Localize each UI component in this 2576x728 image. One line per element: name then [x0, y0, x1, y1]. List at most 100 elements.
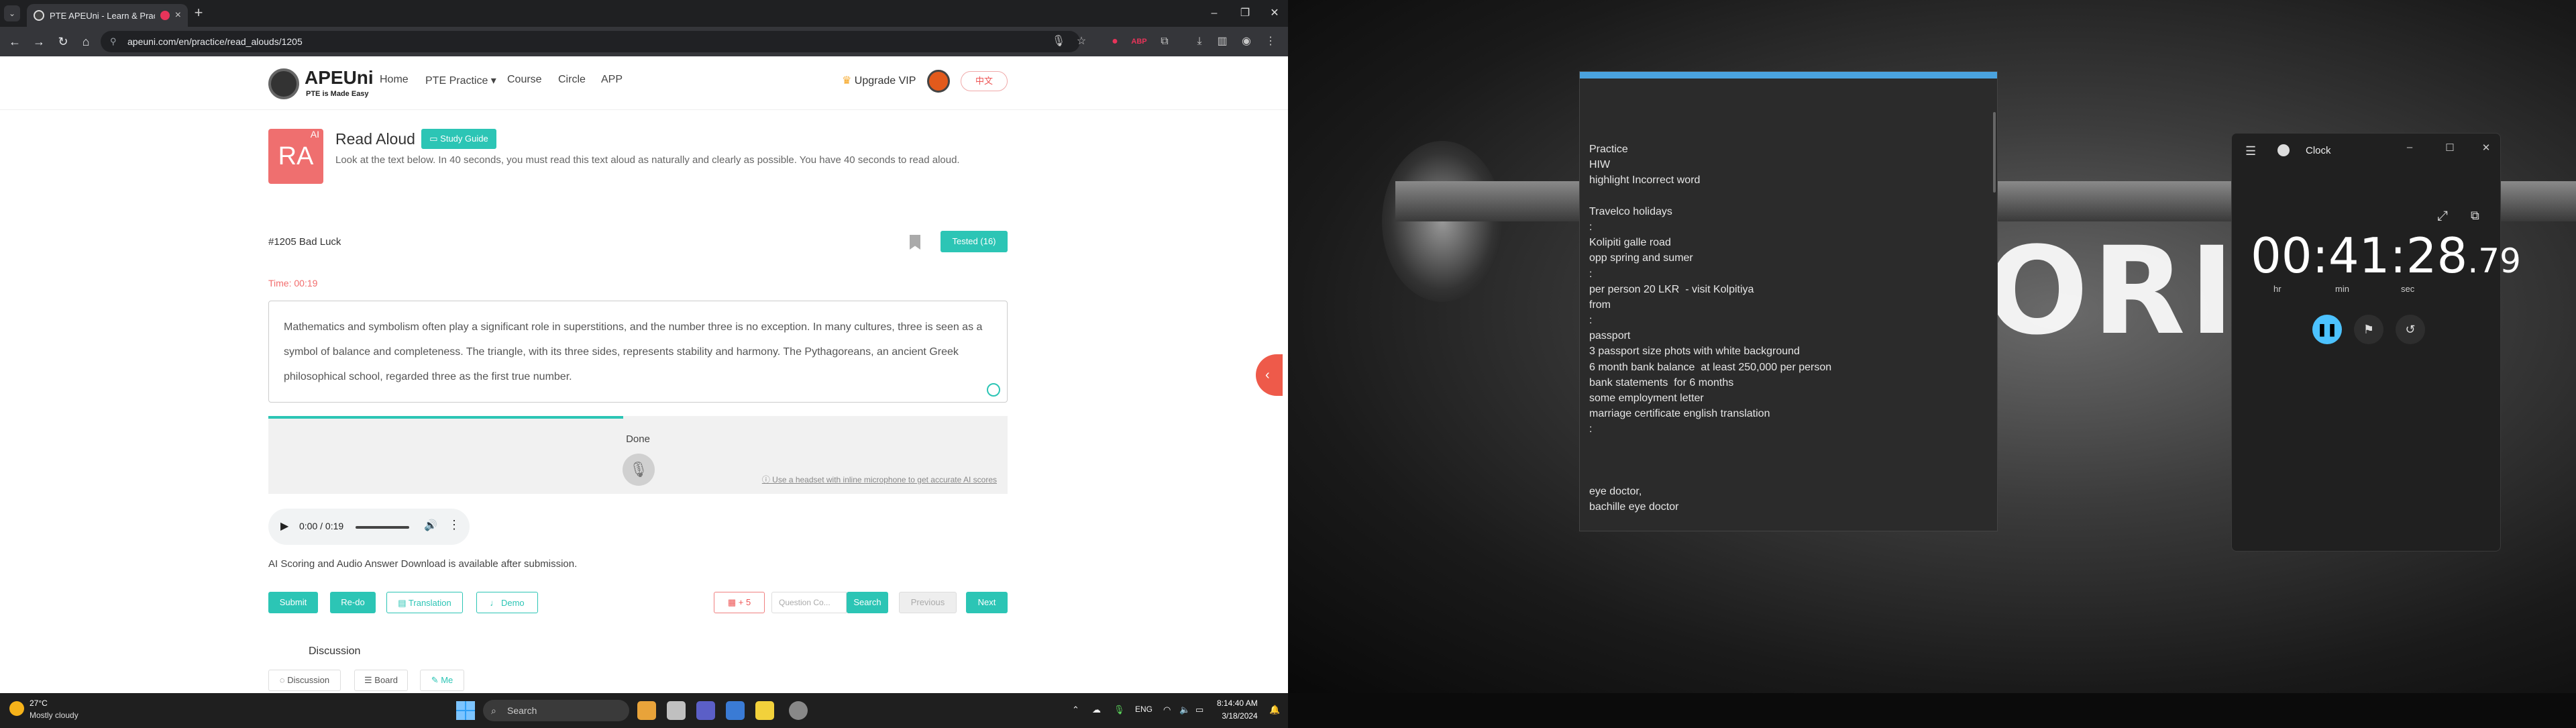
book-icon: ▭	[429, 134, 441, 144]
notification-bell-icon[interactable]: 🔔	[1269, 705, 1280, 715]
taskbar-app-notes-icon[interactable]	[755, 701, 774, 720]
next-button[interactable]: Next	[966, 592, 1008, 613]
search-button[interactable]: Search	[847, 592, 888, 613]
expand-icon[interactable]: ⤢	[2437, 209, 2448, 224]
notepad-scrollbar[interactable]	[1993, 112, 1996, 193]
taskbar-app-widgets-icon[interactable]	[637, 701, 656, 720]
study-guide-button[interactable]: ▭ Study Guide	[421, 129, 496, 149]
ai-badge: AI	[310, 129, 319, 140]
reset-button[interactable]: ↺	[2396, 315, 2425, 344]
minimize-button[interactable]: –	[1201, 4, 1228, 23]
close-window-button[interactable]: ✕	[1261, 4, 1288, 23]
translation-button[interactable]: ▤ Translation	[386, 592, 463, 613]
speaker-icon[interactable]	[987, 383, 1000, 397]
taskbar-app-files-icon[interactable]	[726, 701, 745, 720]
address-bar[interactable]: ⚲ apeuni.com/en/practice/read_alouds/120…	[101, 31, 1080, 52]
notepad-text-area[interactable]: Practice HIW highlight Incorrect word Trave…	[1589, 142, 1985, 524]
tab-discussion[interactable]: ◌ Discussion	[268, 670, 341, 691]
nav-course[interactable]: Course	[507, 74, 542, 86]
nav-circle[interactable]: Circle	[558, 74, 586, 86]
browser-tab[interactable]: PTE APEUni - Learn & Prac ×	[27, 4, 188, 27]
headset-hint-link[interactable]: ⓘ Use a headset with inline microphone t…	[762, 474, 997, 485]
tab-me[interactable]: ✎ Me	[420, 670, 464, 691]
back-button[interactable]: ←	[7, 34, 23, 50]
lap-flag-button[interactable]: ⚑	[2354, 315, 2383, 344]
tab-search-icon[interactable]: ⌄	[4, 5, 20, 21]
extension-record-icon[interactable]: ●	[1107, 34, 1123, 50]
onedrive-icon[interactable]: ☁	[1092, 705, 1101, 715]
system-date: 3/18/2024	[1222, 711, 1258, 721]
countdown-timer: Time: 00:19	[268, 278, 318, 289]
tab-board[interactable]: ☰ Board	[354, 670, 408, 691]
nav-home[interactable]: Home	[380, 74, 409, 86]
mic-in-use-icon[interactable]: 🎙	[1114, 705, 1125, 715]
question-code-input[interactable]: Question Co...	[771, 592, 847, 613]
menu-icon[interactable]: ⋮	[1263, 34, 1279, 50]
audio-seek-slider[interactable]	[356, 526, 409, 529]
extensions-icon[interactable]: ⧉	[1157, 34, 1173, 50]
tab-board-label: Board	[374, 675, 398, 685]
user-avatar[interactable]	[927, 70, 950, 93]
home-button[interactable]: ⌂	[78, 34, 94, 50]
demo-button[interactable]: ♩ Demo	[476, 592, 538, 613]
notepad-line: HIW	[1589, 159, 1611, 171]
new-tab-button[interactable]: +	[191, 5, 207, 21]
site-logo[interactable]: APEUni PTE is Made Easy	[268, 67, 382, 101]
language-toggle-button[interactable]: 中文	[961, 71, 1008, 91]
submit-button[interactable]: Submit	[268, 592, 318, 613]
clock-maximize-button[interactable]: ☐	[2440, 142, 2460, 154]
language-indicator[interactable]: ENG	[1135, 705, 1152, 714]
play-icon[interactable]: ▶	[280, 519, 288, 533]
clock-close-button[interactable]: ✕	[2476, 142, 2496, 154]
pause-button[interactable]: ❚❚	[2312, 315, 2342, 344]
taskbar-search[interactable]: ⌕ Search	[483, 700, 629, 721]
tray-chevron-icon[interactable]: ⌃	[1072, 705, 1079, 715]
tested-count-badge[interactable]: Tested (16)	[941, 231, 1008, 252]
battery-icon[interactable]: ▭	[1195, 705, 1203, 715]
side-panel-toggle[interactable]: ‹	[1256, 354, 1283, 396]
crown-icon: ♛	[842, 75, 855, 87]
bookmark-star-icon[interactable]: ☆	[1073, 34, 1089, 50]
nav-app[interactable]: APP	[601, 74, 623, 86]
forward-button[interactable]: →	[31, 34, 47, 50]
sidebar-icon[interactable]: ▥	[1214, 34, 1230, 50]
keep-on-top-icon[interactable]: ⧉	[2471, 209, 2479, 223]
notepad-window: Practice HIW highlight Incorrect word Trave…	[1579, 71, 1998, 531]
clock-app-icon	[2277, 144, 2290, 156]
taskbar-app-teams-icon[interactable]	[696, 701, 715, 720]
taskbar-app-explorer-icon[interactable]	[667, 701, 686, 720]
translation-label: Translation	[408, 598, 451, 608]
upgrade-vip-link[interactable]: ♛ Upgrade VIP	[842, 74, 916, 87]
microphone-icon[interactable]: 🎙	[1051, 34, 1067, 50]
system-time: 8:14:40 AM	[1217, 698, 1258, 708]
nav-pte-practice[interactable]: PTE Practice ▾	[425, 74, 496, 87]
notepad-line: some employment letter	[1589, 393, 1704, 404]
site-info-icon[interactable]: ⚲	[110, 31, 117, 52]
notepad-line	[1589, 437, 1985, 453]
taskbar-app-chrome-icon[interactable]	[789, 701, 808, 720]
reload-button[interactable]: ↻	[55, 34, 71, 50]
taskbar: 27°C Mostly cloudy ⌕ Search ⌃ ☁ 🎙 ENG ◠ …	[0, 693, 2576, 728]
downloads-icon[interactable]: ⤓	[1191, 34, 1208, 50]
more-options-icon[interactable]: ⋮	[448, 518, 460, 532]
notepad-line	[1589, 453, 1985, 468]
profile-icon[interactable]: ◉	[1238, 34, 1254, 50]
redo-button[interactable]: Re-do	[330, 592, 376, 613]
start-button[interactable]	[456, 701, 475, 720]
chat-icon: ◌	[279, 675, 288, 685]
adblock-extension-icon[interactable]: ABP	[1131, 34, 1147, 50]
hamburger-menu-icon[interactable]: ☰	[2245, 144, 2256, 158]
maximize-button[interactable]: ❐	[1232, 4, 1258, 23]
tab-close-icon[interactable]: ×	[175, 9, 181, 21]
stopwatch-time: 00:41:28.79	[2251, 227, 2521, 284]
notepad-title-bar[interactable]	[1580, 72, 1997, 79]
system-clock[interactable]: 8:14:40 AM 3/18/2024	[1217, 697, 1258, 723]
volume-tray-icon[interactable]: 🔈	[1179, 705, 1190, 715]
microphone-icon[interactable]: 🎙	[623, 454, 655, 486]
flag-button[interactable]: ▦ + 5	[714, 592, 765, 613]
bookmark-icon[interactable]	[910, 235, 920, 250]
previous-button[interactable]: Previous	[899, 592, 957, 613]
clock-minimize-button[interactable]: –	[2400, 142, 2420, 153]
wifi-icon[interactable]: ◠	[1163, 705, 1171, 715]
volume-icon[interactable]: 🔊	[424, 519, 437, 532]
